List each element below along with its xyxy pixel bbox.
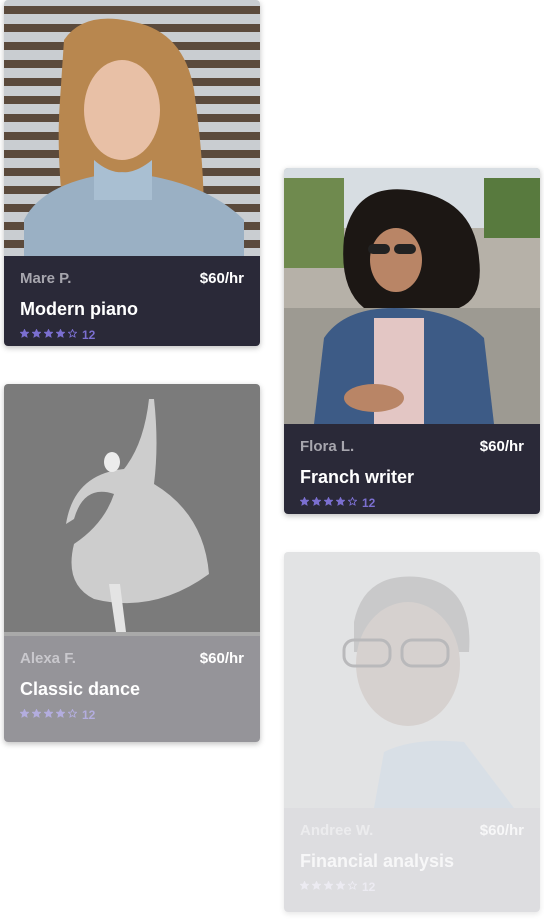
price: $60/hr (479, 438, 524, 455)
tutor-card-andree[interactable]: Andree W. $60/hr Financial analysis 12 (284, 552, 540, 912)
tutor-name: Mare P. (20, 270, 72, 287)
tutor-photo (4, 384, 260, 636)
star-filled-icon (56, 709, 65, 718)
star-filled-icon (32, 329, 41, 338)
star-empty-icon (348, 497, 357, 506)
price: $60/hr (479, 822, 524, 839)
tutor-name: Alexa F. (20, 650, 76, 667)
review-count: 12 (362, 496, 376, 510)
subject-title: Franch writer (300, 467, 415, 487)
star-filled-icon (312, 497, 321, 506)
rating: 12 (20, 708, 244, 722)
price: $60/hr (199, 650, 244, 667)
tutor-photo (284, 552, 540, 808)
review-count: 12 (82, 328, 96, 342)
subject-title: Modern piano (20, 299, 138, 319)
star-filled-icon (324, 881, 333, 890)
star-filled-icon (324, 497, 333, 506)
star-filled-icon (44, 709, 53, 718)
price: $60/hr (199, 270, 244, 287)
star-filled-icon (336, 497, 345, 506)
tutor-name: Andree W. (300, 822, 374, 839)
rating: 12 (300, 880, 524, 894)
rating: 12 (300, 496, 524, 510)
subject-title: Financial analysis (300, 851, 455, 871)
star-filled-icon (20, 329, 29, 338)
star-filled-icon (56, 329, 65, 338)
star-empty-icon (68, 709, 77, 718)
star-filled-icon (300, 497, 309, 506)
review-count: 12 (362, 880, 376, 894)
tutor-photo (4, 0, 260, 256)
subject-title: Classic dance (20, 679, 141, 699)
review-count: 12 (82, 708, 96, 722)
tutor-card-mare[interactable]: Mare P. $60/hr Modern piano 12 (4, 0, 260, 346)
tutor-card-alexa[interactable]: Alexa F. $60/hr Classic dance 12 (4, 384, 260, 742)
tutor-name: Flora L. (300, 438, 355, 455)
rating: 12 (20, 328, 244, 342)
star-filled-icon (32, 709, 41, 718)
star-filled-icon (20, 709, 29, 718)
star-empty-icon (68, 329, 77, 338)
tutor-card-flora[interactable]: Flora L. $60/hr Franch writer 12 (284, 168, 540, 514)
star-filled-icon (336, 881, 345, 890)
star-filled-icon (44, 329, 53, 338)
star-empty-icon (348, 881, 357, 890)
star-filled-icon (300, 881, 309, 890)
tutor-photo (284, 168, 540, 424)
star-filled-icon (312, 881, 321, 890)
